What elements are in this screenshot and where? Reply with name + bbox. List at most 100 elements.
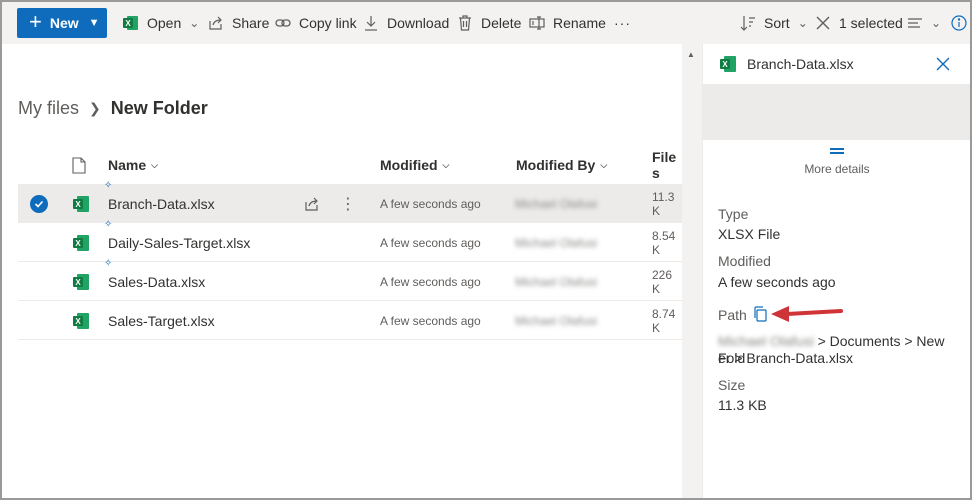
file-name: Daily-Sales-Target.xlsx — [108, 234, 251, 251]
delete-button[interactable]: Delete — [456, 2, 521, 44]
modified-value: A few seconds ago — [718, 274, 836, 290]
more-details-button[interactable]: More details — [703, 148, 970, 176]
file-preview — [703, 84, 970, 140]
table-row[interactable]: X ✧ Branch-Data.xlsx ⋮ A few seconds ago… — [18, 181, 682, 223]
excel-file-icon: X — [72, 223, 90, 262]
file-name-link[interactable]: ✧ Sales-Data.xlsx — [104, 259, 205, 301]
excel-file-icon: X — [72, 184, 90, 223]
new-file-sparkle-icon: ✧ — [104, 219, 113, 230]
modified-cell: A few seconds ago — [380, 274, 481, 289]
modified-cell: A few seconds ago — [380, 313, 481, 328]
scrollbar[interactable]: ▲ — [682, 44, 702, 498]
trash-icon — [456, 14, 474, 32]
view-options-button[interactable]: ⌄ — [906, 2, 941, 44]
new-button-label: New — [49, 15, 79, 31]
selected-count-label: 1 selected — [839, 15, 903, 31]
file-size-column-header[interactable]: File s — [652, 146, 682, 184]
path-owner: Michael Olafusi — [718, 333, 814, 349]
copy-link-label: Copy link — [299, 15, 357, 31]
copy-icon[interactable] — [753, 306, 767, 325]
row-more-actions-button[interactable]: ⋮ — [340, 184, 356, 223]
excel-file-icon: X — [72, 301, 90, 340]
share-row-button[interactable] — [304, 184, 320, 223]
modified-column-header[interactable]: Modified ⌵ — [380, 146, 449, 184]
onedrive-window: + New ▼ X Open ⌄ Share Copy link Downloa… — [0, 0, 972, 500]
download-icon — [362, 14, 380, 32]
svg-text:X: X — [722, 60, 728, 69]
file-name: Sales-Target.xlsx — [108, 312, 215, 329]
modified-column-label: Modified — [380, 157, 438, 173]
plus-icon: + — [29, 9, 42, 34]
scroll-up-arrow-icon[interactable]: ▲ — [687, 50, 695, 59]
file-type-column-header[interactable] — [72, 146, 86, 184]
sort-chevron-icon: ⌵ — [442, 159, 450, 170]
svg-text:X: X — [75, 317, 81, 326]
annotation-arrow-icon — [771, 306, 843, 322]
row-checkbox[interactable] — [30, 184, 48, 223]
sort-icon — [739, 14, 757, 32]
chevron-down-icon: ▼ — [88, 17, 100, 29]
file-name-link[interactable]: ✧ Daily-Sales-Target.xlsx — [104, 220, 251, 262]
chevron-down-icon: ⌄ — [189, 16, 200, 30]
chevron-right-icon: ❯ — [89, 100, 101, 116]
modified-by-column-label: Modified By — [516, 157, 596, 173]
rename-button[interactable]: Rename — [528, 2, 606, 44]
file-name-link[interactable]: ✧ Branch-Data.xlsx — [104, 181, 215, 223]
more-actions-button[interactable]: ··· — [614, 2, 631, 44]
rename-label: Rename — [553, 15, 606, 31]
files-table: Name ⌵ Modified ⌵ Modified By ⌵ File s X — [18, 146, 682, 340]
sort-button[interactable]: Sort ⌄ — [739, 2, 808, 44]
share-icon — [305, 197, 318, 211]
document-icon — [72, 156, 86, 174]
file-size-cell: 11.3 K — [652, 189, 675, 218]
copy-link-button[interactable]: Copy link — [274, 2, 357, 44]
details-header: X Branch-Data.xlsx — [703, 44, 970, 84]
open-label: Open — [147, 15, 182, 31]
svg-text:X: X — [75, 200, 81, 209]
command-bar: + New ▼ X Open ⌄ Share Copy link Downloa… — [2, 2, 970, 44]
modified-by-cell: Michael Olafusi — [515, 313, 598, 328]
new-file-sparkle-icon: ✧ — [104, 258, 113, 269]
breadcrumb-my-files[interactable]: My files — [18, 98, 79, 119]
path-label: Path — [718, 307, 747, 323]
info-button[interactable] — [950, 2, 970, 44]
size-value: 11.3 KB — [718, 397, 767, 413]
expand-handle-icon — [830, 148, 844, 154]
close-icon[interactable] — [814, 14, 832, 32]
name-column-header[interactable]: Name ⌵ — [108, 146, 158, 184]
file-name-link[interactable]: Sales-Target.xlsx — [108, 301, 215, 340]
table-row[interactable]: X ✧ Daily-Sales-Target.xlsx A few second… — [18, 220, 682, 262]
modified-by-cell: Michael Olafusi — [515, 196, 598, 211]
share-label: Share — [232, 15, 270, 31]
table-row[interactable]: X Sales-Target.xlsx A few seconds ago Mi… — [18, 301, 682, 340]
selection-status[interactable]: 1 selected — [814, 2, 903, 44]
more-icon: ··· — [614, 15, 631, 31]
table-row[interactable]: X ✧ Sales-Data.xlsx A few seconds ago Mi… — [18, 259, 682, 301]
new-button[interactable]: + New ▼ — [17, 8, 107, 38]
modified-label: Modified — [718, 253, 771, 269]
list-view-icon — [906, 14, 924, 32]
chevron-down-icon: ⌄ — [797, 16, 808, 30]
download-button[interactable]: Download — [362, 2, 449, 44]
file-size-cell: 8.74 K — [652, 306, 676, 335]
new-file-sparkle-icon: ✧ — [104, 180, 113, 191]
info-icon — [950, 14, 968, 32]
file-name: Branch-Data.xlsx — [108, 195, 215, 212]
more-details-label: More details — [804, 162, 870, 176]
file-size-cell: 226 K — [652, 267, 673, 296]
close-icon[interactable] — [936, 57, 950, 74]
excel-file-icon: X — [719, 55, 737, 76]
share-button[interactable]: Share — [207, 2, 269, 44]
open-button[interactable]: X Open ⌄ — [122, 2, 199, 44]
modified-by-column-header[interactable]: Modified By ⌵ — [516, 146, 607, 184]
size-label: Size — [718, 377, 746, 393]
modified-by-cell: Michael Olafusi — [515, 235, 598, 250]
type-value: XLSX File — [718, 226, 781, 242]
details-pane: X Branch-Data.xlsx More details Type XLS… — [702, 44, 970, 498]
svg-text:X: X — [75, 239, 81, 248]
type-label: Type — [718, 206, 749, 222]
breadcrumb: My files ❯ New Folder — [18, 98, 208, 119]
link-icon — [274, 14, 292, 32]
share-icon — [207, 14, 225, 32]
path-value-continued[interactable]: er > Branch-Data.xlsx — [718, 350, 958, 367]
